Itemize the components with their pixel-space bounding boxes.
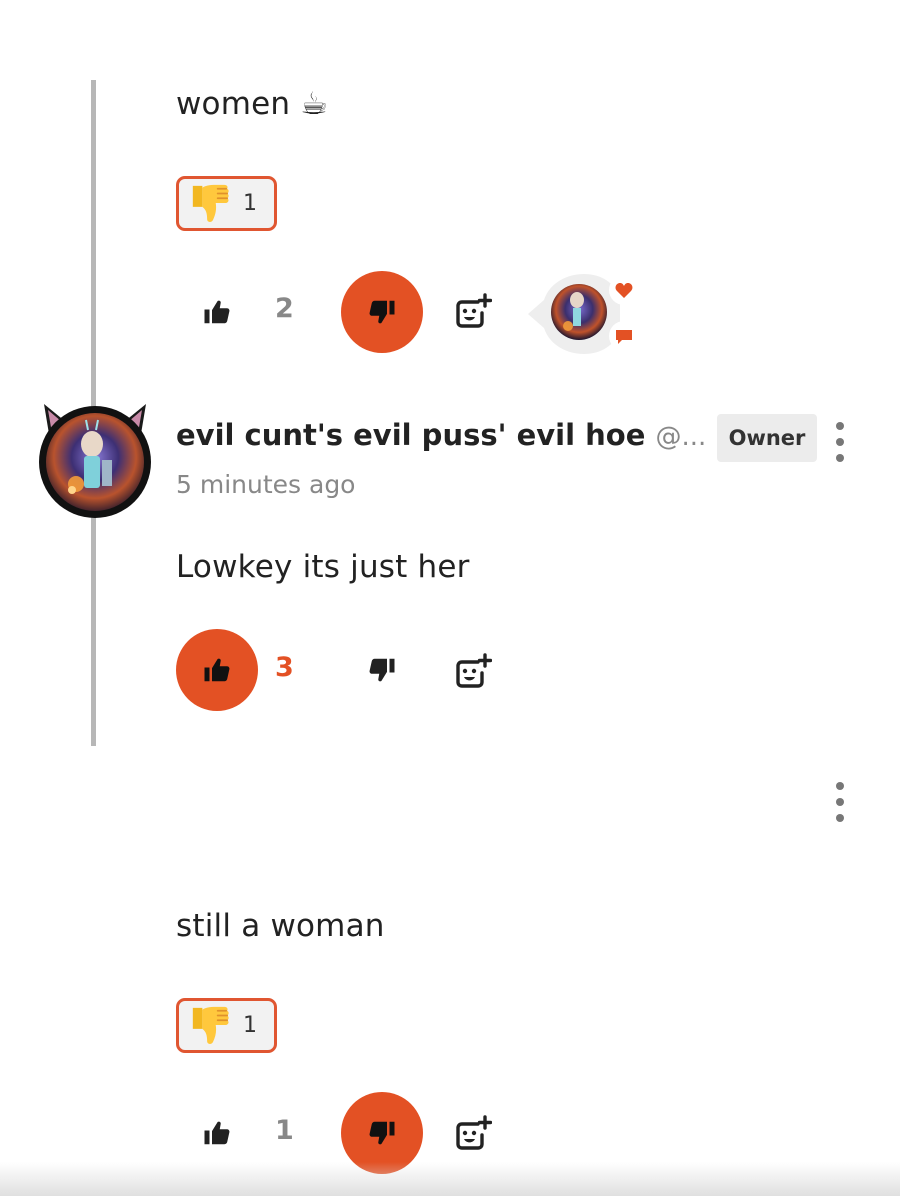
thumbs-down-icon bbox=[367, 655, 397, 685]
author-avatar[interactable] bbox=[36, 400, 154, 520]
thumbs-down-icon bbox=[367, 1118, 397, 1148]
author-name[interactable]: evil cunt's evil puss' evil hoe @... bbox=[176, 418, 706, 452]
reactor-avatar-pill[interactable] bbox=[528, 274, 640, 354]
author-handle: @... bbox=[655, 422, 707, 452]
reaction-count: 1 bbox=[243, 191, 257, 216]
add-emoji-icon[interactable] bbox=[452, 1115, 492, 1155]
like-count: 1 bbox=[275, 1115, 294, 1146]
dislike-button[interactable] bbox=[341, 271, 423, 353]
like-button[interactable] bbox=[176, 271, 258, 353]
thumbs-down-emoji-icon bbox=[189, 182, 231, 226]
thumbs-down-icon bbox=[367, 297, 397, 327]
add-emoji-icon[interactable] bbox=[452, 653, 492, 693]
bottom-fade bbox=[0, 1162, 900, 1196]
like-button[interactable] bbox=[176, 629, 258, 711]
author-display-name: evil cunt's evil puss' evil hoe bbox=[176, 418, 646, 452]
dislike-button[interactable] bbox=[341, 629, 423, 711]
more-options-icon[interactable] bbox=[834, 422, 846, 462]
reaction-chip[interactable]: 1 bbox=[176, 176, 277, 231]
comment-text: Lowkey its just her bbox=[176, 549, 470, 585]
owner-badge: Owner bbox=[717, 414, 817, 462]
thumbs-down-emoji-icon bbox=[189, 1004, 231, 1048]
comment-text: still a woman bbox=[176, 908, 385, 944]
thumbs-up-icon bbox=[202, 297, 232, 327]
reaction-count: 1 bbox=[243, 1013, 257, 1038]
timestamp: 5 minutes ago bbox=[176, 470, 356, 499]
add-emoji-icon[interactable] bbox=[452, 293, 492, 333]
more-options-icon[interactable] bbox=[834, 782, 846, 822]
thumbs-up-icon bbox=[202, 1118, 232, 1148]
like-count: 2 bbox=[275, 293, 294, 324]
like-count: 3 bbox=[275, 652, 294, 683]
thumbs-up-icon bbox=[202, 655, 232, 685]
reaction-chip[interactable]: 1 bbox=[176, 998, 277, 1053]
comment-text: women ☕ bbox=[176, 86, 329, 122]
